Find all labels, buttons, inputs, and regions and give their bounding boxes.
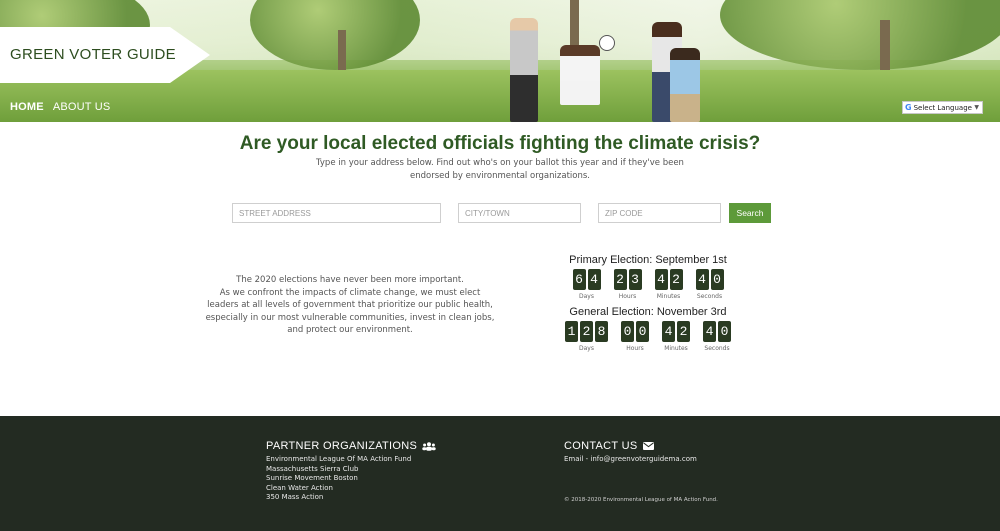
countdown-digit: 4 — [703, 321, 716, 342]
countdown-unit-seconds: 4 0 Seconds — [695, 269, 724, 300]
countdown-unit-label: Minutes — [656, 293, 681, 300]
general-election-countdown: General Election: November 3rd 1 2 8 Days 0 0… — [548, 306, 748, 352]
soccer-ball-icon — [599, 35, 615, 51]
countdown-unit-minutes: 4 2 Minutes — [662, 321, 690, 352]
street-address-input[interactable] — [232, 203, 441, 223]
hero-banner: GREEN VOTER GUIDE HOME ABOUT US G Select… — [0, 0, 1000, 122]
zip-code-input[interactable] — [598, 203, 721, 223]
nav-about-us[interactable]: ABOUT US — [53, 101, 111, 113]
countdown-digit: 0 — [718, 321, 731, 342]
page-title: Are your local elected officials fightin… — [239, 133, 761, 154]
countdown-digit: 4 — [695, 269, 709, 290]
hero-person — [560, 45, 600, 105]
countdown-digit: 1 — [565, 321, 578, 342]
contact-heading: CONTACT US — [564, 440, 697, 452]
contact-email[interactable]: Email - info@greenvoterguidema.com — [564, 455, 697, 463]
countdown-unit-hours: 2 3 Hours — [613, 269, 642, 300]
countdown-unit-hours: 0 0 Hours — [621, 321, 649, 352]
chevron-down-icon: ▼ — [974, 104, 979, 111]
search-button[interactable]: Search — [729, 203, 771, 223]
countdown-digit: 3 — [628, 269, 642, 290]
brand-name: GREEN VOTER GUIDE — [10, 46, 176, 63]
intro-line: and protect our environment. — [287, 325, 413, 335]
countdown-digit: 6 — [572, 269, 586, 290]
intro-line: The 2020 elections have never been more … — [236, 275, 464, 285]
countdown-unit-seconds: 4 0 Seconds — [703, 321, 731, 352]
partner-item[interactable]: Sunrise Movement Boston — [266, 474, 436, 484]
site-footer: PARTNER ORGANIZATIONS Environmental Leag… — [0, 416, 1000, 531]
countdown-digit: 0 — [621, 321, 634, 342]
countdown-digit: 2 — [613, 269, 627, 290]
countdown-digits: 40 — [703, 321, 731, 342]
intro-line: As we confront the impacts of climate ch… — [219, 287, 481, 298]
countdown-digits: 42 — [654, 269, 683, 290]
partners-heading: PARTNER ORGANIZATIONS — [266, 440, 436, 452]
google-g-icon: G — [905, 103, 912, 112]
intro-line: especially in our most vulnerable commun… — [205, 312, 495, 323]
countdown-digits: 40 — [695, 269, 724, 290]
contact-section: CONTACT US Email - info@greenvoterguidem… — [564, 440, 697, 463]
countdown-title: Primary Election: September 1st — [569, 254, 727, 266]
countdown-digit: 2 — [580, 321, 593, 342]
partner-item[interactable]: Clean Water Action — [266, 484, 436, 494]
countdown-digit: 0 — [636, 321, 649, 342]
partners-list: Environmental League Of MA Action Fund M… — [266, 455, 436, 503]
countdown-unit-days: 1 2 8 Days — [565, 321, 608, 352]
partner-item[interactable]: Environmental League Of MA Action Fund — [266, 455, 436, 465]
countdown-digits: 00 — [621, 321, 649, 342]
countdown-digit: 2 — [669, 269, 683, 290]
countdown-units: 6 4 Days 2 3 Hours 4 2 Minutes 4 0 Seconds — [548, 269, 748, 300]
countdown-units: 1 2 8 Days 0 0 Hours 4 2 Minutes 4 0 Seconds — [548, 321, 748, 352]
users-icon — [422, 441, 436, 451]
countdown-digit: 4 — [587, 269, 601, 290]
partners-title: PARTNER ORGANIZATIONS — [266, 440, 418, 452]
partner-item[interactable]: 350 Mass Action — [266, 493, 436, 503]
countdown-unit-label: Hours — [618, 293, 637, 300]
countdown-digit: 0 — [710, 269, 724, 290]
countdown-unit-label: Hours — [626, 345, 644, 352]
countdown-digits: 64 — [572, 269, 601, 290]
language-selector-label: Select Language — [913, 103, 972, 112]
countdown-digit: 8 — [595, 321, 608, 342]
contact-title: CONTACT US — [564, 440, 638, 452]
countdown-title: General Election: November 3rd — [569, 306, 727, 318]
intro-text: The 2020 elections have never been more … — [200, 274, 500, 337]
countdown-digits: 23 — [613, 269, 642, 290]
nav-home[interactable]: HOME — [10, 101, 44, 113]
countdown-unit-days: 6 4 Days — [572, 269, 601, 300]
copyright: © 2018-2020 Environmental League of MA A… — [564, 497, 718, 503]
countdown-digit: 4 — [654, 269, 668, 290]
page-subtitle: Type in your address below. Find out who… — [316, 158, 684, 181]
intro-line: leaders at all levels of government that… — [207, 300, 493, 310]
primary-election-countdown: Primary Election: September 1st 6 4 Days 2 3… — [548, 254, 748, 300]
main-nav: HOME ABOUT US — [10, 101, 110, 113]
city-town-input[interactable] — [458, 203, 581, 223]
countdown-unit-label: Days — [579, 293, 594, 300]
countdown-digits: 42 — [662, 321, 690, 342]
hero-person — [510, 18, 538, 122]
countdown-unit-minutes: 4 2 Minutes — [654, 269, 683, 300]
brand-logo[interactable]: GREEN VOTER GUIDE — [0, 27, 210, 83]
countdown-unit-label: Days — [579, 345, 594, 352]
envelope-icon — [642, 442, 654, 450]
countdown-unit-label: Seconds — [704, 345, 730, 352]
countdown-unit-label: Minutes — [664, 345, 688, 352]
countdown-unit-label: Seconds — [696, 293, 723, 300]
partner-item[interactable]: Massachusetts Sierra Club — [266, 465, 436, 475]
language-selector[interactable]: G Select Language ▼ — [902, 101, 983, 114]
hero-person — [670, 48, 700, 122]
countdown-digit: 4 — [662, 321, 675, 342]
countdown-digits: 128 — [565, 321, 608, 342]
countdown-digit: 2 — [677, 321, 690, 342]
partners-section: PARTNER ORGANIZATIONS Environmental Leag… — [266, 440, 436, 503]
